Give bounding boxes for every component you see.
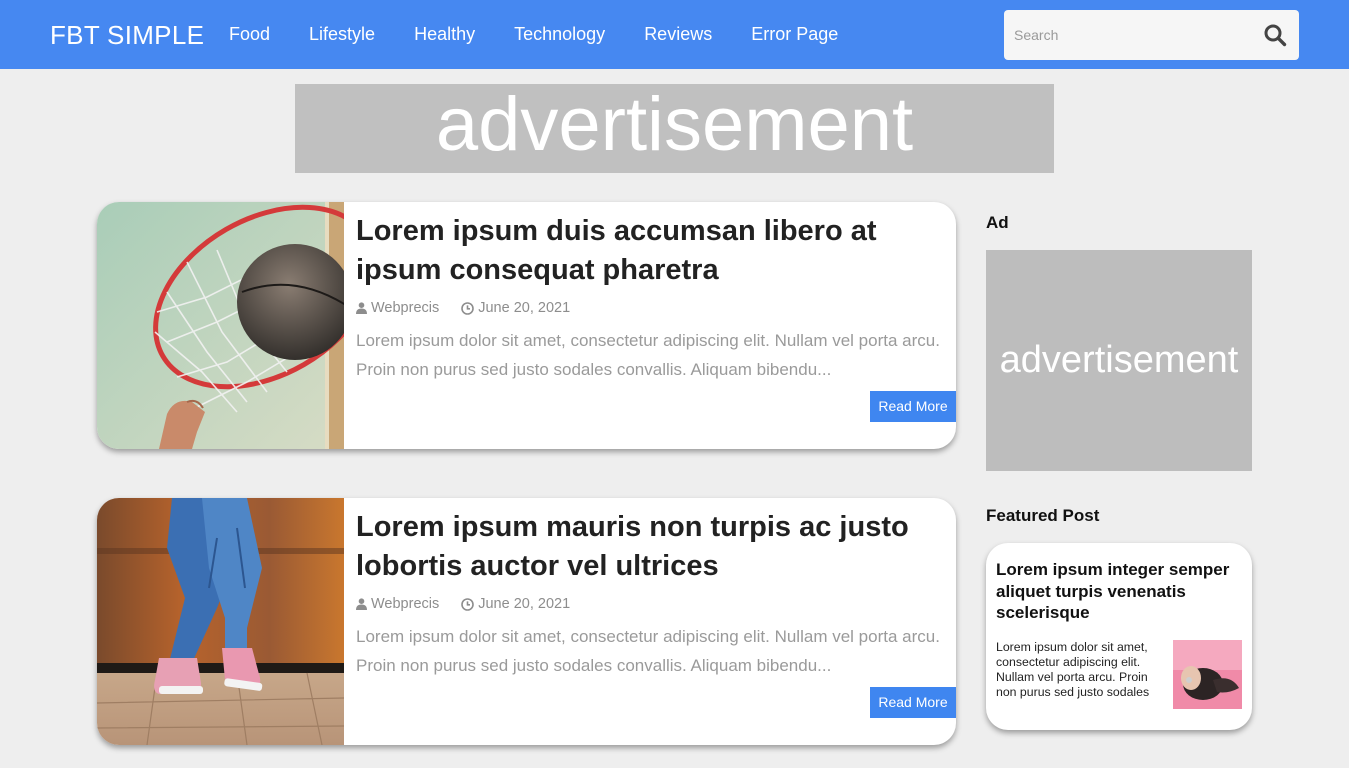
- read-more-button[interactable]: Read More: [870, 687, 956, 718]
- nav-item-technology[interactable]: Technology: [514, 24, 605, 45]
- post-author[interactable]: Webprecis: [356, 300, 439, 316]
- nav-item-lifestyle[interactable]: Lifestyle: [309, 24, 375, 45]
- post-title[interactable]: Lorem ipsum mauris non turpis ac justo l…: [356, 508, 946, 586]
- post-author[interactable]: Webprecis: [356, 596, 439, 612]
- post-title[interactable]: Lorem ipsum duis accumsan libero at ipsu…: [356, 212, 946, 290]
- search-icon[interactable]: [1263, 23, 1287, 47]
- nav-item-reviews[interactable]: Reviews: [644, 24, 712, 45]
- sidebar-ad-heading: Ad: [986, 213, 1009, 232]
- post-card: Lorem ipsum mauris non turpis ac justo l…: [97, 498, 956, 745]
- featured-post-thumbnail[interactable]: [1173, 640, 1242, 709]
- post-thumbnail-jeans[interactable]: [97, 498, 345, 745]
- sidebar-advertisement[interactable]: advertisement: [986, 250, 1252, 471]
- post-meta: Webprecis June 20, 2021: [356, 300, 570, 316]
- search-box: [1004, 10, 1299, 60]
- sidebar-ad-text: advertisement: [999, 339, 1239, 381]
- main-nav: Food Lifestyle Healthy Technology Review…: [229, 24, 877, 45]
- post-excerpt: Lorem ipsum dolor sit amet, consectetur …: [356, 331, 940, 379]
- post-meta: Webprecis June 20, 2021: [356, 596, 570, 612]
- featured-post-excerpt: Lorem ipsum dolor sit amet, consectetur …: [996, 640, 1150, 699]
- featured-post-card: Lorem ipsum integer semper aliquet turpi…: [986, 543, 1252, 730]
- nav-item-food[interactable]: Food: [229, 24, 270, 45]
- post-author-name: Webprecis: [371, 300, 440, 316]
- top-navbar: FBT SIMPLE Food Lifestyle Healthy Techno…: [0, 0, 1349, 69]
- clock-icon: [461, 597, 475, 611]
- read-more-button[interactable]: Read More: [870, 391, 956, 422]
- post-thumbnail-basketball[interactable]: [97, 202, 377, 449]
- post-date-text: June 20, 2021: [478, 596, 571, 612]
- site-brand[interactable]: FBT SIMPLE: [50, 20, 204, 51]
- post-date-text: June 20, 2021: [478, 300, 571, 316]
- search-input[interactable]: [1004, 10, 1244, 60]
- post-card: Lorem ipsum duis accumsan libero at ipsu…: [97, 202, 956, 449]
- post-author-name: Webprecis: [371, 596, 440, 612]
- post-date: June 20, 2021: [461, 300, 570, 316]
- top-ad-text: advertisement: [435, 84, 914, 167]
- nav-item-error-page[interactable]: Error Page: [751, 24, 838, 45]
- nav-item-healthy[interactable]: Healthy: [414, 24, 475, 45]
- post-excerpt: Lorem ipsum dolor sit amet, consectetur …: [356, 627, 940, 675]
- user-icon: [356, 598, 367, 610]
- featured-post-heading: Featured Post: [986, 506, 1100, 525]
- featured-post-title[interactable]: Lorem ipsum integer semper aliquet turpi…: [996, 559, 1244, 624]
- top-advertisement[interactable]: advertisement: [295, 84, 1054, 173]
- user-icon: [356, 302, 367, 314]
- post-date: June 20, 2021: [461, 596, 570, 612]
- clock-icon: [461, 301, 475, 315]
